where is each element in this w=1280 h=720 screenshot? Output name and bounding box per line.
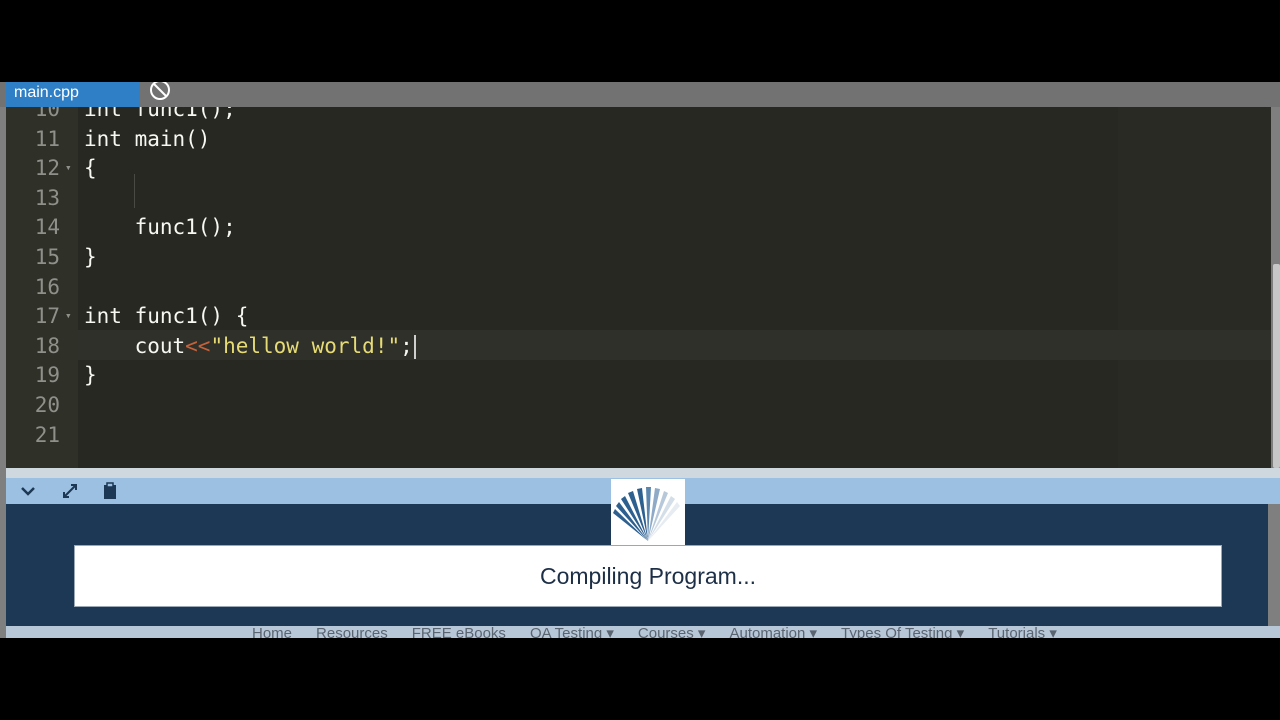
tab-main-cpp[interactable]: main.cpp bbox=[6, 82, 140, 107]
code-line: 19} bbox=[34, 363, 97, 388]
code-line: 20 bbox=[34, 392, 60, 417]
tab-bar: main.cpp bbox=[0, 82, 1280, 107]
ide-frame: main.cpp 10 int func1(); 11 int main() 12 ▾… bbox=[0, 82, 1280, 638]
code-line: 21 bbox=[34, 422, 60, 447]
no-entry-icon[interactable] bbox=[148, 82, 173, 102]
sunburst-logo-icon bbox=[613, 487, 680, 541]
code-line: 17 ▾ int func1() { bbox=[6, 301, 1271, 331]
code-line: 11 int main() bbox=[34, 126, 211, 151]
code-line: 15} bbox=[34, 244, 97, 269]
code-line: 13 bbox=[34, 185, 60, 210]
code-line-active: 18 cout<<"hellow world!"; bbox=[6, 331, 1271, 361]
chevron-down-icon[interactable] bbox=[18, 482, 38, 500]
code-line: 10 int func1(); bbox=[34, 107, 236, 121]
code-line: 14 func1(); bbox=[34, 215, 236, 240]
compiling-status-text: Compiling Program... bbox=[539, 563, 757, 589]
fold-arrow-icon[interactable]: ▾ bbox=[65, 153, 72, 183]
editor-scrollbar[interactable] bbox=[1273, 264, 1280, 468]
expand-icon[interactable] bbox=[60, 482, 80, 500]
code-line: 12 ▾{ bbox=[6, 153, 1271, 183]
loading-logo bbox=[611, 479, 685, 545]
clipboard-icon[interactable] bbox=[100, 482, 120, 500]
status-dialog: Compiling Program... bbox=[74, 545, 1222, 607]
console-bottom-bar: Home Resources FREE eBooks QA Testing ▾ Cour… bbox=[6, 626, 1280, 638]
code-line: 16 bbox=[34, 274, 60, 299]
background-site-nav: Home Resources FREE eBooks QA Testing ▾ Cour… bbox=[252, 626, 1057, 638]
text-cursor bbox=[413, 334, 416, 359]
fold-arrow-icon[interactable]: ▾ bbox=[65, 301, 72, 331]
code-editor[interactable]: 10 int func1(); 11 int main() 12 ▾{ 13 14 f… bbox=[6, 107, 1271, 468]
panel-divider[interactable] bbox=[6, 468, 1280, 478]
